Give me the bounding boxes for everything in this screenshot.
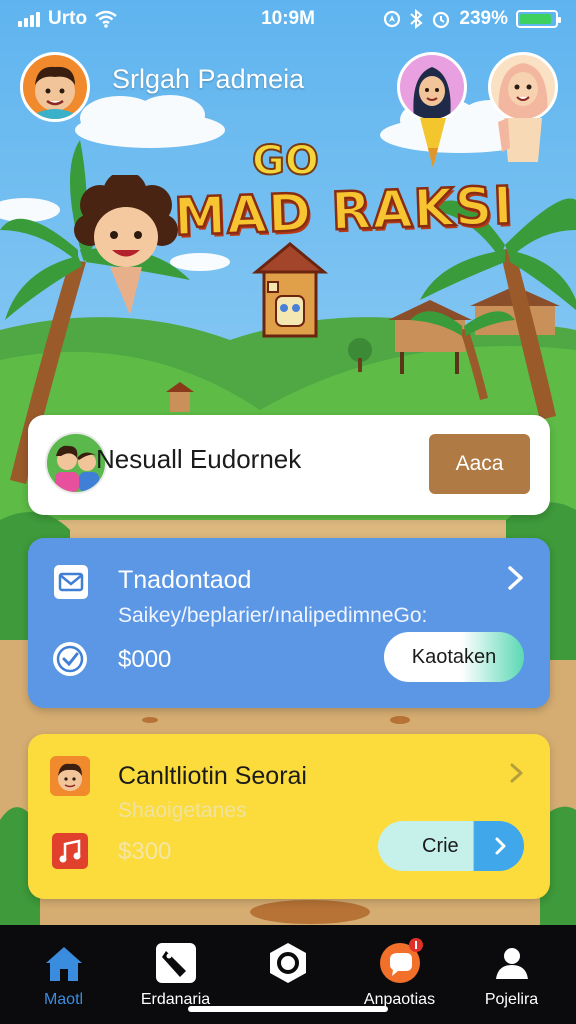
boy-mascot xyxy=(74,175,178,315)
chevron-right-icon[interactable] xyxy=(500,563,530,593)
user-avatar[interactable] xyxy=(20,52,90,122)
battery-percent: 239% xyxy=(459,8,508,29)
status-bar: Urto 10:9M 239% xyxy=(0,0,576,38)
girl-body-decoration xyxy=(498,118,542,162)
chevron-right-icon xyxy=(495,837,506,855)
hexagon-icon xyxy=(270,943,306,983)
challenge-action-button[interactable]: Crie xyxy=(378,821,524,871)
mail-icon xyxy=(54,565,88,599)
home-indicator[interactable] xyxy=(188,1006,388,1012)
alarm-icon xyxy=(433,11,450,29)
task-action-button[interactable]: Kaotaken xyxy=(384,632,524,682)
notification-badge xyxy=(409,938,423,952)
challenge-amount: $300 xyxy=(118,838,172,865)
friend-avatar-hijab[interactable] xyxy=(397,52,467,122)
nav-label-home: Maotl xyxy=(43,991,84,1008)
logo-title: MAD RAKSI xyxy=(172,175,516,249)
header-title: Srlgah Padmeia xyxy=(112,64,305,94)
carrier-label: Urto xyxy=(48,8,88,29)
person-icon xyxy=(496,948,528,979)
challenge-subtitle: Shaoigetanes xyxy=(118,799,247,822)
profile-name: Nesuall Eudornek xyxy=(96,444,302,474)
bottom-nav: Maotl Erdanaria Anpaotias Pojelira xyxy=(0,925,576,1024)
pencil-decoration xyxy=(420,118,446,168)
house-mascot xyxy=(252,242,328,338)
profile-action-button[interactable]: Aaca xyxy=(429,434,530,494)
friend-avatar-girl[interactable] xyxy=(488,52,558,122)
avatar-icon xyxy=(50,756,90,796)
challenge-card[interactable] xyxy=(28,734,550,899)
tag-icon xyxy=(156,943,196,983)
bluetooth-icon xyxy=(410,9,423,29)
task-title: Tnadontaod xyxy=(118,566,252,594)
logo-badge: GO xyxy=(251,137,320,185)
task-amount: $000 xyxy=(118,646,172,673)
chevron-right-icon[interactable] xyxy=(503,760,529,786)
nav-label-pojelira: Pojelira xyxy=(484,991,539,1008)
home-icon xyxy=(46,947,82,981)
nav-item-pojelira[interactable]: Pojelira xyxy=(454,925,569,1024)
signal-icon xyxy=(18,11,40,27)
challenge-title: Canltliotin Seorai xyxy=(118,762,307,790)
check-circle-icon xyxy=(53,642,87,676)
challenge-action-label: Crie xyxy=(422,834,459,857)
nav-item-home[interactable]: Maotl xyxy=(6,925,121,1024)
music-icon xyxy=(52,833,88,869)
location-icon xyxy=(384,10,401,28)
task-subtitle: Saikey/beplarier/ınalipedimneGo: xyxy=(118,604,428,627)
wifi-icon xyxy=(95,10,117,28)
battery-icon xyxy=(516,10,561,28)
